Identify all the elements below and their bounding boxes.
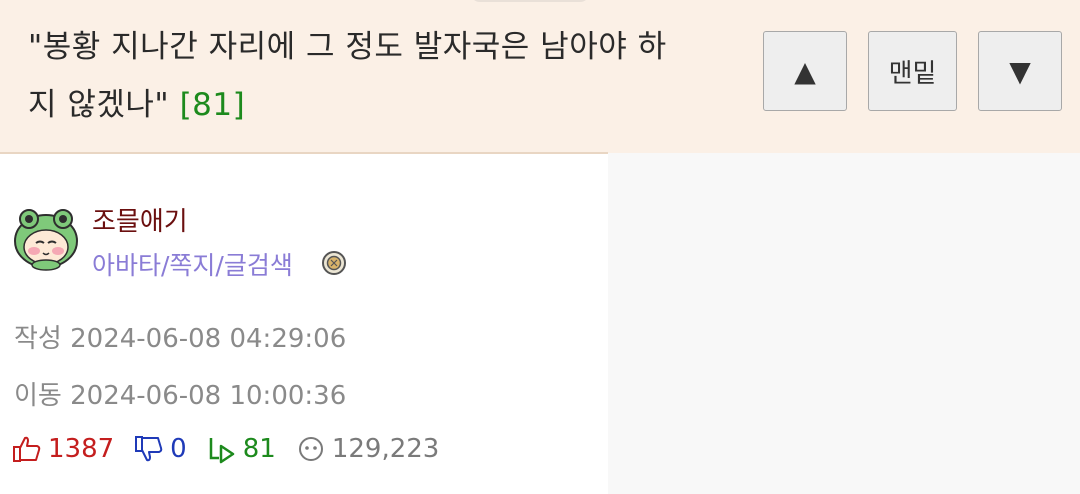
post-title-line-2: 지 않겠나" [28,87,170,123]
go-to-bottom-label: 맨밑 [888,58,937,89]
view-count: 129,223 [331,434,440,464]
thumbs-up-icon [13,436,41,462]
created-date: 작성 2024-06-08 04:29:06 [14,324,347,354]
reply-stat[interactable]: 81 [207,434,276,464]
view-face-icon [298,437,323,461]
go-to-bottom-button[interactable]: 맨밑 [868,31,957,111]
upvote-button[interactable]: 1387 [12,434,114,464]
post-header: "봉황 지나간 자리에 그 정도 발자국은 남아야 하 지 않겠나" [81] … [0,0,1080,153]
reply-arrow-icon [209,438,234,464]
header-handle [470,0,590,2]
downvote-count: 0 [170,434,187,464]
arrow-up-icon: ▲ [794,54,816,88]
author-menu-links[interactable]: 아바타/쪽지/글검색 [92,246,293,282]
post-title: "봉황 지나간 자리에 그 정도 발자국은 남아야 하 지 않겠나" [81] [28,18,728,134]
moved-date: 이동 2024-06-08 10:00:36 [14,381,347,411]
author-name[interactable]: 조믈애기 [92,201,188,238]
post-stats: 1387 0 81 129,223 [12,432,459,466]
upvote-count: 1387 [48,434,115,464]
thumbs-down-icon [135,436,163,462]
scroll-up-button[interactable]: ▲ [763,31,847,111]
post-title-line-1: "봉황 지나간 자리에 그 정도 발자국은 남아야 하 [28,29,667,65]
arrow-down-icon: ▼ [1009,54,1031,88]
scroll-down-button[interactable]: ▼ [978,31,1062,111]
empty-side-area [608,154,1080,494]
coin-badge-icon [322,251,346,275]
reply-count: 81 [242,434,276,464]
title-reply-count[interactable]: [81] [180,87,246,123]
frog-hood-character-icon[interactable] [12,205,80,271]
downvote-button[interactable]: 0 [134,434,187,464]
view-stat: 129,223 [296,434,440,464]
